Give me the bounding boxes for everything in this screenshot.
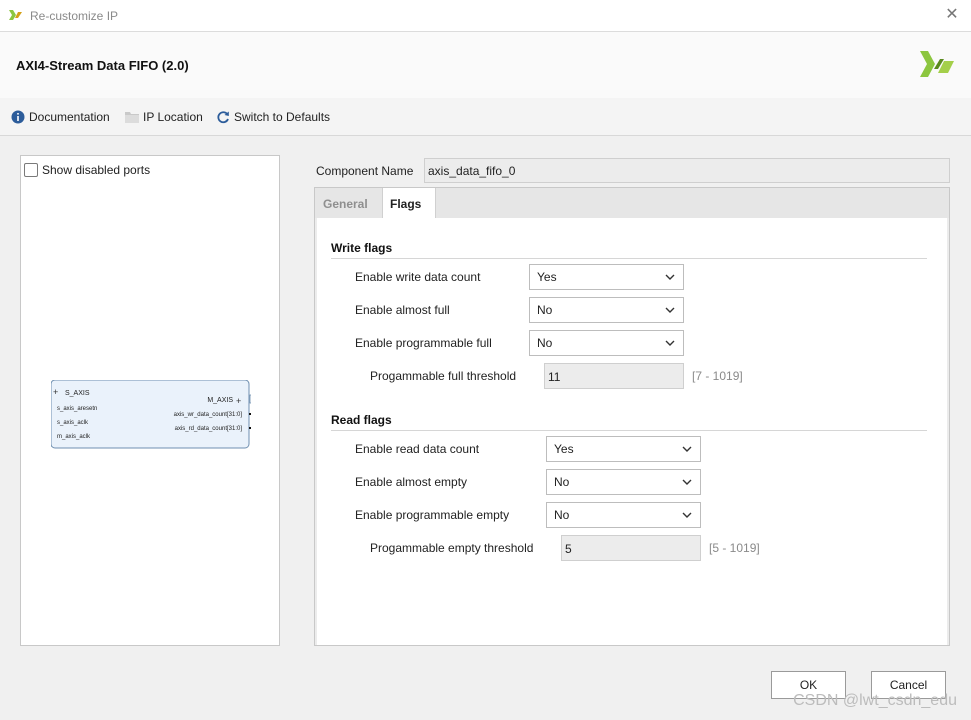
refresh-icon	[216, 110, 230, 124]
ip-title: AXI4-Stream Data FIFO (2.0)	[16, 58, 189, 73]
write-flags-divider	[331, 258, 927, 259]
full-threshold-input[interactable]: 11	[544, 363, 684, 389]
tab-flags[interactable]: Flags	[382, 188, 436, 218]
port-s-axis-aclk: s_axis_aclk	[57, 420, 89, 426]
close-icon[interactable]: ✕	[943, 6, 961, 24]
ip-location-label: IP Location	[143, 110, 203, 124]
ip-symbol-panel: Show disabled ports + S_AXIS s_axis_ares…	[20, 155, 280, 646]
svg-text:+: +	[53, 387, 58, 397]
chevron-down-icon	[665, 340, 675, 346]
read-data-count-label: Enable read data count	[355, 442, 480, 456]
write-data-count-label: Enable write data count	[355, 270, 481, 284]
almost-full-value: No	[537, 303, 553, 317]
chevron-down-icon	[665, 274, 675, 280]
empty-threshold-input[interactable]: 5	[561, 535, 701, 561]
info-icon	[11, 110, 25, 124]
almost-empty-value: No	[554, 475, 570, 489]
ip-block-diagram: + S_AXIS s_axis_aresetn s_axis_aclk m_ax…	[51, 380, 251, 449]
vivado-logo-icon	[9, 10, 22, 20]
m-axis-label: M_AXIS	[207, 397, 233, 404]
read-data-count-value: Yes	[554, 442, 574, 456]
chevron-down-icon	[682, 479, 692, 485]
programmable-full-select[interactable]: No	[529, 330, 684, 356]
write-data-count-value: Yes	[537, 270, 557, 284]
folder-icon	[125, 110, 139, 124]
s-axis-label: S_AXIS	[65, 390, 90, 397]
dialog-header: AXI4-Stream Data FIFO (2.0)	[0, 32, 971, 98]
component-name-input[interactable]: axis_data_fifo_0	[424, 158, 950, 183]
programmable-full-value: No	[537, 336, 553, 350]
show-disabled-ports-row: Show disabled ports	[24, 163, 150, 177]
chevron-down-icon	[682, 446, 692, 452]
switch-to-defaults-button[interactable]: Switch to Defaults	[216, 109, 330, 125]
ip-location-button[interactable]: IP Location	[125, 109, 203, 125]
tab-bar: General Flags	[315, 188, 949, 218]
almost-full-select[interactable]: No	[529, 297, 684, 323]
programmable-empty-value: No	[554, 508, 570, 522]
write-data-count-select[interactable]: Yes	[529, 264, 684, 290]
documentation-button[interactable]: Documentation	[11, 109, 110, 125]
configuration-area: Component Name axis_data_fifo_0 General …	[314, 155, 950, 646]
documentation-label: Documentation	[29, 110, 110, 124]
almost-full-label: Enable almost full	[355, 303, 450, 317]
read-flags-divider	[331, 430, 927, 431]
port-m-axis-aclk: m_axis_aclk	[57, 434, 91, 440]
port-axis-rd-data-count: axis_rd_data_count[31:0]	[175, 426, 243, 432]
almost-empty-select[interactable]: No	[546, 469, 701, 495]
flags-content: Write flags Enable write data count Yes …	[317, 218, 947, 645]
xilinx-logo-icon	[920, 51, 954, 77]
component-name-row: Component Name axis_data_fifo_0	[316, 158, 950, 183]
read-data-count-select[interactable]: Yes	[546, 436, 701, 462]
show-disabled-ports-label: Show disabled ports	[42, 163, 151, 177]
switch-defaults-label: Switch to Defaults	[234, 110, 331, 124]
full-threshold-label: Progammable full threshold	[370, 369, 517, 383]
programmable-empty-label: Enable programmable empty	[355, 508, 510, 522]
port-s-axis-aresetn: s_axis_aresetn	[57, 406, 97, 412]
svg-text:+: +	[236, 396, 241, 406]
toolbar: Documentation IP Location Switch to Defa…	[0, 98, 971, 136]
programmable-empty-select[interactable]: No	[546, 502, 701, 528]
component-name-label: Component Name	[316, 164, 414, 178]
tab-general[interactable]: General	[316, 188, 380, 218]
title-bar: Re-customize IP ✕	[0, 0, 971, 32]
chevron-down-icon	[665, 307, 675, 313]
port-axis-wr-data-count: axis_wr_data_count[31:0]	[174, 412, 243, 418]
almost-empty-label: Enable almost empty	[355, 475, 468, 489]
programmable-full-label: Enable programmable full	[355, 336, 492, 350]
show-disabled-ports-checkbox[interactable]	[24, 163, 38, 177]
chevron-down-icon	[682, 512, 692, 518]
window-title: Re-customize IP	[30, 9, 119, 23]
full-threshold-range: [7 - 1019]	[692, 369, 743, 383]
tab-panel: General Flags Write flags Enable write d…	[314, 187, 950, 646]
watermark: CSDN @lwt_csdn_edu	[793, 692, 957, 709]
empty-threshold-label: Progammable empty threshold	[370, 541, 534, 555]
read-flags-title: Read flags	[331, 413, 392, 427]
empty-threshold-range: [5 - 1019]	[709, 541, 760, 555]
write-flags-title: Write flags	[331, 241, 393, 255]
